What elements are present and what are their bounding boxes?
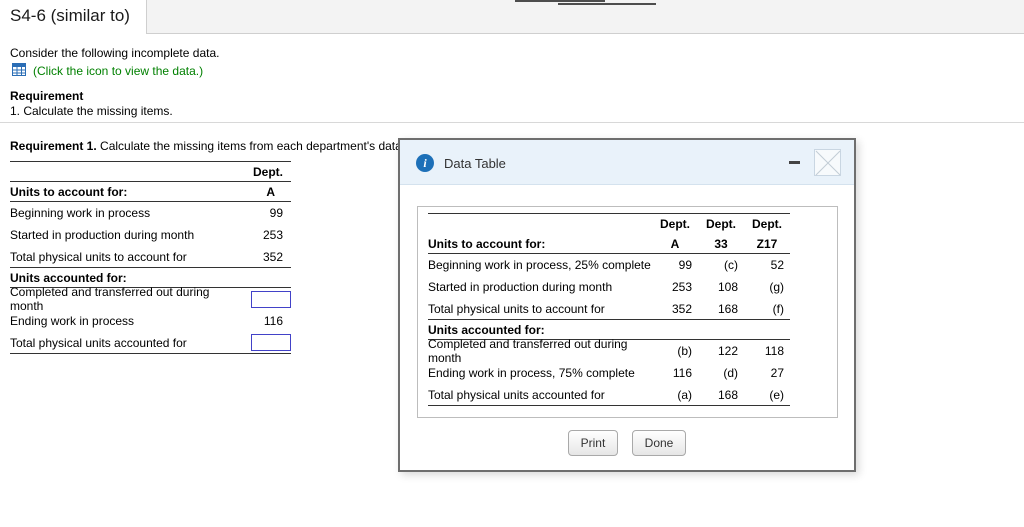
row-label: Completed and transferred out during mon… xyxy=(10,285,210,313)
row-value: (g) xyxy=(769,280,784,294)
row-label: Beginning work in process, 25% complete xyxy=(428,258,651,272)
row-label: Ending work in process, 75% complete xyxy=(428,366,635,380)
done-button[interactable]: Done xyxy=(631,430,687,456)
cropped-ui-artifact xyxy=(558,3,656,5)
section-divider xyxy=(0,122,1024,123)
section-label: Units accounted for: xyxy=(428,322,545,337)
table-row: Total physical units accounted for xyxy=(10,332,291,354)
worksheet-title: Requirement 1. Calculate the missing ite… xyxy=(10,139,405,153)
worksheet-section-row: Units to account for: A xyxy=(10,182,291,202)
row-value: 99 xyxy=(678,258,692,272)
section-label: Units to account for: xyxy=(428,236,546,251)
row-value: 168 xyxy=(717,301,738,316)
dialog-header: i Data Table xyxy=(400,140,854,185)
worksheet-title-bold: Requirement 1. xyxy=(10,139,97,153)
section-row: Units to account for: A 33 Z17 xyxy=(428,234,790,254)
table-row: Beginning work in process, 25% complete … xyxy=(428,254,790,276)
info-icon: i xyxy=(416,154,434,172)
row-label: Total physical units accounted for xyxy=(10,335,187,350)
dept-column-header: Dept. xyxy=(660,217,690,231)
row-value: 352 xyxy=(671,301,692,316)
row-value: 122 xyxy=(717,344,738,358)
table-row: Beginning work in process 99 xyxy=(10,202,291,224)
data-table-dialog: i Data Table Dept. Dept. Dept. Units to … xyxy=(398,138,856,472)
section-label: Units to account for: xyxy=(10,184,128,199)
close-icon[interactable] xyxy=(814,149,841,176)
data-table: Dept. Dept. Dept. Units to account for: … xyxy=(428,213,790,406)
table-row: Total physical units to account for 352 … xyxy=(428,298,790,320)
row-value: 352 xyxy=(262,249,283,264)
row-label: Ending work in process xyxy=(10,314,135,328)
row-label: Completed and transferred out during mon… xyxy=(428,337,628,365)
dialog-title: Data Table xyxy=(444,156,506,171)
dept-column-subheader: 33 xyxy=(714,236,728,251)
dept-header-row: Dept. Dept. Dept. xyxy=(428,214,790,234)
worksheet-title-rest: Calculate the missing items from each de… xyxy=(96,139,406,153)
row-value: (b) xyxy=(677,344,692,358)
row-value: (c) xyxy=(724,258,738,272)
row-value: 99 xyxy=(269,206,283,220)
completed-transferred-input[interactable] xyxy=(251,290,291,308)
section-label: Units accounted for: xyxy=(10,270,127,285)
print-button[interactable]: Print xyxy=(567,430,619,456)
view-data-link[interactable]: (Click the icon to view the data.) xyxy=(33,64,203,78)
row-value: 52 xyxy=(770,258,784,272)
table-row: Started in production during month 253 1… xyxy=(428,276,790,298)
row-value: 116 xyxy=(263,314,283,328)
table-row: Started in production during month 253 xyxy=(10,224,291,246)
worksheet-dept-header-row: Dept. xyxy=(10,162,291,182)
data-table-panel: Dept. Dept. Dept. Units to account for: … xyxy=(417,206,838,418)
row-label: Total physical units to account for xyxy=(428,301,605,316)
dept-column-header: Dept. xyxy=(706,217,736,231)
dialog-button-bar: Print Done xyxy=(400,430,854,456)
dept-column-header: Dept. xyxy=(253,164,283,179)
row-value: 118 xyxy=(764,344,784,358)
requirement-item: 1. Calculate the missing items. xyxy=(10,104,173,118)
table-row: Ending work in process 116 xyxy=(10,310,291,332)
table-row: Total physical units accounted for (a) 1… xyxy=(428,384,790,406)
row-label: Beginning work in process xyxy=(10,206,151,220)
row-label: Total physical units accounted for xyxy=(428,387,605,402)
worksheet-table: Dept. Units to account for: A Beginning … xyxy=(10,161,291,354)
row-value: 108 xyxy=(717,280,738,294)
row-value: 168 xyxy=(717,387,738,402)
dept-column-subheader: Z17 xyxy=(756,236,778,251)
row-value: 253 xyxy=(671,280,692,294)
top-bar xyxy=(0,0,1024,34)
dept-column-header: Dept. xyxy=(752,217,782,231)
row-value: 116 xyxy=(672,366,692,380)
cropped-ui-artifact xyxy=(515,0,605,2)
row-label: Started in production during month xyxy=(10,228,195,242)
intro-text: Consider the following incomplete data. xyxy=(10,46,220,60)
table-row: Completed and transferred out during mon… xyxy=(428,337,790,365)
row-value: (f) xyxy=(772,301,784,316)
row-value: (d) xyxy=(723,366,738,380)
requirement-heading: Requirement xyxy=(10,89,84,103)
row-value: (a) xyxy=(677,387,692,402)
row-value: 27 xyxy=(770,366,784,380)
table-row: Completed and transferred out during mon… xyxy=(10,285,291,313)
table-row: Total physical units to account for 352 xyxy=(10,246,291,268)
page-title: S4-6 (similar to) xyxy=(0,0,147,34)
row-label: Started in production during month xyxy=(428,280,613,294)
data-table-icon[interactable] xyxy=(12,63,26,79)
total-accounted-input[interactable] xyxy=(251,334,291,351)
row-value: (e) xyxy=(769,387,784,402)
dept-column-subheader: A xyxy=(266,184,275,199)
row-label: Total physical units to account for xyxy=(10,249,187,264)
dept-column-subheader: A xyxy=(670,236,680,251)
minimize-icon[interactable] xyxy=(789,161,800,164)
table-row: Ending work in process, 75% complete 116… xyxy=(428,362,790,384)
row-value: 253 xyxy=(262,228,283,242)
